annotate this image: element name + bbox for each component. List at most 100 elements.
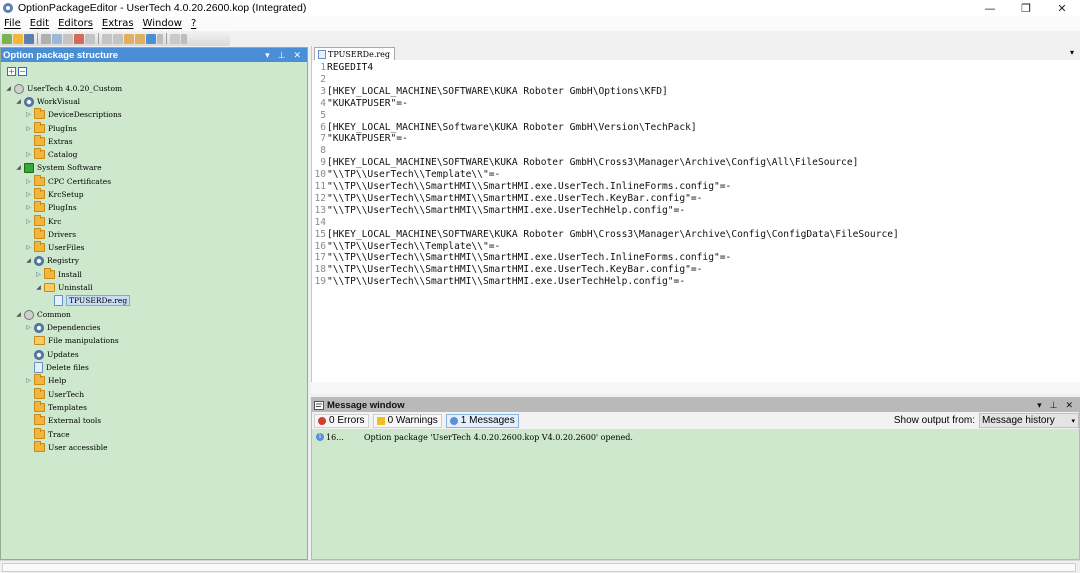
code-line[interactable]: 7 "KUKATPUSER"=- — [312, 133, 408, 145]
delete-icon[interactable] — [74, 33, 84, 44]
tree-item[interactable]: ▷ Catalog — [25, 148, 77, 161]
tab-tpuserde-reg[interactable]: TPUSERDe.reg — [314, 47, 396, 60]
panel-menu-button[interactable]: ▾ — [265, 50, 270, 61]
tree-item[interactable]: ◢ Registry — [25, 254, 79, 267]
code-line[interactable]: 9 [HKEY_LOCAL_MACHINE\SOFTWARE\KUKA Robot… — [312, 157, 858, 169]
collapsed-triangle-icon[interactable]: ▷ — [25, 377, 32, 384]
edit-icon[interactable] — [170, 33, 180, 44]
code-line[interactable]: 16 "\\TP\\UserTech\\Template\\"=- — [312, 241, 500, 253]
export-icon[interactable] — [135, 33, 145, 44]
minimize-button[interactable]: — — [972, 0, 1008, 16]
tree-item[interactable]: ▷ KrcSetup — [25, 188, 84, 201]
messages-filter[interactable]: 1 Messages — [445, 413, 519, 428]
collapsed-triangle-icon[interactable]: ▷ — [25, 191, 32, 198]
code-line[interactable]: 1 REGEDIT4 — [312, 62, 373, 74]
code-line[interactable]: 10 "\\TP\\UserTech\\Template\\"=- — [312, 169, 500, 181]
tree-item[interactable]: Drivers — [25, 228, 76, 241]
tree-item[interactable]: External tools — [25, 414, 101, 427]
cut-icon[interactable] — [41, 33, 51, 44]
code-line[interactable]: 3 [HKEY_LOCAL_MACHINE\SOFTWARE\KUKA Robot… — [312, 86, 668, 98]
tree-item[interactable]: ▷ Krc — [25, 215, 61, 228]
tree-item[interactable]: ▷ CPC Certificates — [25, 175, 111, 188]
layout-dropdown-icon[interactable] — [157, 33, 163, 44]
code-line[interactable]: 11 "\\TP\\UserTech\\SmartHMI\\SmartHMI.ex… — [312, 181, 731, 193]
menu-edit[interactable]: Edit — [30, 18, 49, 29]
code-line[interactable]: 6 [HKEY_LOCAL_MACHINE\Software\KUKA Robot… — [312, 122, 696, 134]
import-icon[interactable] — [124, 33, 134, 44]
code-line[interactable]: 14 — [312, 217, 327, 229]
menu-editors[interactable]: Editors — [58, 18, 93, 29]
collapsed-triangle-icon[interactable]: ▷ — [35, 271, 42, 278]
message-row[interactable]: i 16... Option package 'UserTech 4.0.20.… — [316, 431, 1075, 443]
tree-item[interactable]: Trace — [25, 428, 70, 441]
tree-item[interactable]: TPUSERDe.reg — [45, 294, 131, 307]
code-line[interactable]: 8 — [312, 145, 327, 157]
code-line[interactable]: 4 "KUKATPUSER"=- — [312, 98, 408, 110]
panel-close-button[interactable]: ✕ — [293, 50, 301, 61]
tree-item[interactable]: ▷ Dependencies — [25, 321, 100, 334]
expanded-triangle-icon[interactable]: ◢ — [15, 164, 22, 171]
show-output-select[interactable]: Message history ▾ — [979, 413, 1079, 428]
collapsed-triangle-icon[interactable]: ▷ — [25, 218, 32, 225]
code-line[interactable]: 5 — [312, 110, 327, 122]
tree-item[interactable]: ▷ UserFiles — [25, 241, 84, 254]
open-icon[interactable] — [13, 33, 23, 44]
editor-horizontal-scrollbar[interactable] — [311, 382, 1080, 394]
code-line[interactable]: 13 "\\TP\\UserTech\\SmartHMI\\SmartHMI.ex… — [312, 205, 685, 217]
menu-file[interactable]: File — [4, 18, 21, 29]
expand-all-button[interactable]: + — [7, 66, 16, 76]
expanded-triangle-icon[interactable]: ◢ — [25, 257, 32, 264]
tree-item[interactable]: ▷ Install — [35, 268, 82, 281]
maximize-button[interactable]: ❐ — [1008, 0, 1044, 16]
collapsed-triangle-icon[interactable]: ▷ — [25, 125, 32, 132]
errors-filter[interactable]: 0 Errors — [314, 413, 369, 428]
collapsed-triangle-icon[interactable]: ▷ — [25, 244, 32, 251]
code-line[interactable]: 12 "\\TP\\UserTech\\SmartHMI\\SmartHMI.ex… — [312, 193, 702, 205]
find-icon[interactable] — [113, 33, 123, 44]
code-line[interactable]: 19 "\\TP\\UserTech\\SmartHMI\\SmartHMI.ex… — [312, 276, 685, 288]
code-line[interactable]: 18 "\\TP\\UserTech\\SmartHMI\\SmartHMI.ex… — [312, 264, 702, 276]
tree-item[interactable]: ◢ WorkVisual — [15, 95, 80, 108]
layout-icon[interactable] — [146, 33, 156, 44]
tree-item[interactable]: UserTech — [25, 388, 84, 401]
close-button[interactable]: ✕ — [1044, 0, 1080, 16]
expanded-triangle-icon[interactable]: ◢ — [35, 284, 42, 291]
tree-item[interactable]: ▷ PlugIns — [25, 201, 77, 214]
tree-item[interactable]: Updates — [25, 348, 79, 361]
collapsed-triangle-icon[interactable]: ▷ — [25, 111, 32, 118]
collapse-all-button[interactable]: − — [18, 66, 27, 76]
tree-item[interactable]: Templates — [25, 401, 87, 414]
tree-item[interactable]: ◢ Common — [15, 308, 71, 321]
message-pin-button[interactable]: ⊥ — [1050, 400, 1058, 411]
expanded-triangle-icon[interactable]: ◢ — [15, 311, 22, 318]
tree-item[interactable]: ▷ PlugIns — [25, 122, 77, 135]
panel-pin-button[interactable]: ⊥ — [278, 50, 286, 61]
tree-item[interactable]: ▷ DeviceDescriptions — [25, 108, 122, 121]
code-line[interactable]: 17 "\\TP\\UserTech\\SmartHMI\\SmartHMI.ex… — [312, 252, 731, 264]
collapsed-triangle-icon[interactable]: ▷ — [25, 204, 32, 211]
message-menu-button[interactable]: ▾ — [1037, 400, 1042, 411]
code-line[interactable]: 15 [HKEY_LOCAL_MACHINE\SOFTWARE\KUKA Robo… — [312, 229, 898, 241]
paste-icon[interactable] — [63, 33, 73, 44]
code-line[interactable]: 2 — [312, 74, 327, 86]
tree-item[interactable]: ▷ Help — [25, 374, 66, 387]
new-icon[interactable] — [2, 33, 12, 44]
collapsed-triangle-icon[interactable]: ▷ — [25, 151, 32, 158]
tree-item[interactable]: Extras — [25, 135, 73, 148]
expanded-triangle-icon[interactable]: ◢ — [15, 98, 22, 105]
tree-item[interactable]: ◢ Uninstall — [35, 281, 93, 294]
redo-icon[interactable] — [102, 33, 112, 44]
menu-window[interactable]: Window — [143, 18, 182, 29]
tab-list-button[interactable]: ▾ — [1070, 48, 1074, 57]
copy-icon[interactable] — [52, 33, 62, 44]
save-icon[interactable] — [24, 33, 34, 44]
collapsed-triangle-icon[interactable]: ▷ — [25, 324, 32, 331]
tree-item[interactable]: File manipulations — [25, 334, 119, 347]
overflow-icon[interactable] — [181, 33, 187, 44]
expanded-triangle-icon[interactable]: ◢ — [5, 85, 12, 92]
tree-item[interactable]: ◢ System Software — [15, 161, 102, 174]
menu-extras[interactable]: Extras — [102, 18, 134, 29]
warnings-filter[interactable]: 0 Warnings — [372, 413, 442, 428]
collapsed-triangle-icon[interactable]: ▷ — [25, 178, 32, 185]
tree-item[interactable]: User accessible — [25, 441, 108, 454]
